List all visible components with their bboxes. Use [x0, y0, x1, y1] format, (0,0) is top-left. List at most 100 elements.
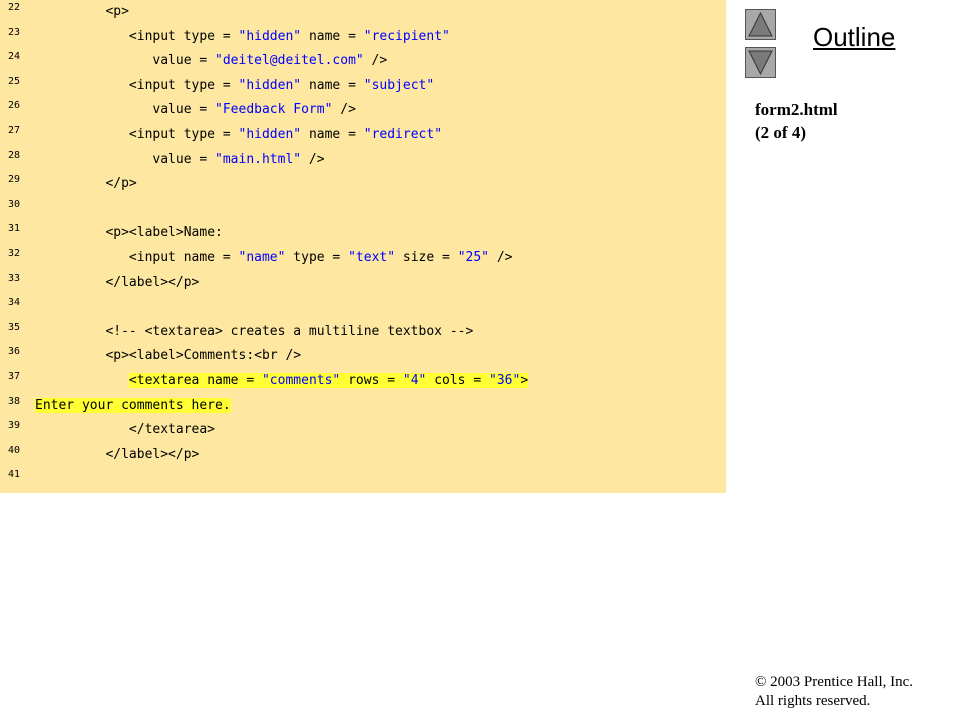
- code-line: 37 <textarea name = "comments" rows = "4…: [0, 369, 726, 393]
- code-string: "36": [489, 373, 521, 388]
- code-string: "hidden": [238, 127, 302, 142]
- code-text: <input name = "name" type = "text" size …: [35, 249, 513, 267]
- line-number: 33: [8, 272, 21, 284]
- code-string: "redirect": [363, 127, 443, 142]
- code-text: </label></p>: [35, 446, 199, 464]
- code-token: value =: [35, 53, 216, 69]
- code-line: 35 <!-- <textarea> creates a multiline t…: [0, 320, 726, 344]
- code-line: 25 <input type = "hidden" name = "subjec…: [0, 74, 726, 98]
- code-text: </textarea>: [35, 421, 215, 439]
- code-token: <p>: [105, 4, 129, 19]
- code-token: name =: [301, 77, 364, 93]
- code-token: />: [332, 102, 356, 118]
- code-string: "4": [402, 373, 427, 388]
- code-text: <input type = "hidden" name = "redirect": [35, 126, 442, 144]
- line-number: 32: [8, 248, 21, 259]
- code-token: Enter your comments here.: [35, 397, 231, 413]
- line-number: 25: [8, 75, 21, 87]
- code-token: value =: [35, 102, 216, 118]
- code-token: />: [363, 53, 388, 69]
- line-number: 24: [8, 51, 21, 63]
- code-token: <br />: [254, 348, 302, 364]
- file-caption: form2.html (2 of 4): [755, 98, 838, 144]
- code-token: </label></p>: [35, 446, 200, 462]
- code-text: value = "main.html" />: [35, 151, 325, 169]
- code-line: 23 <input type = "hidden" name = "recipi…: [0, 25, 726, 49]
- copyright-line-2: All rights reserved.: [755, 693, 871, 709]
- code-token: value =: [35, 151, 216, 167]
- code-text: <input type = "hidden" name = "recipient…: [35, 28, 450, 46]
- code-token: <p><label>: [35, 225, 184, 241]
- code-line: 32 <input name = "name" type = "text" si…: [0, 246, 726, 270]
- code-line: 36 <p><label>Comments:<br />: [0, 344, 726, 368]
- code-line: 24 value = "deitel@deitel.com" />: [0, 49, 726, 73]
- previous-slide-button[interactable]: [745, 9, 776, 40]
- code-string: "recipient": [363, 28, 450, 44]
- line-number: 35: [8, 321, 21, 333]
- code-line: 29 </p>: [0, 172, 726, 196]
- code-line: 28 value = "main.html" />: [0, 148, 726, 172]
- code-text: value = "deitel@deitel.com" />: [35, 52, 387, 70]
- line-number: 26: [8, 100, 21, 112]
- line-number: 22: [8, 2, 21, 13]
- triangle-down-icon: [748, 50, 773, 76]
- code-token: <input type =: [35, 77, 239, 93]
- code-text: </p>: [35, 175, 136, 193]
- line-number: 38: [8, 395, 21, 407]
- code-token: <!-- <textarea> creates a multiline text…: [35, 323, 474, 339]
- code-text: value = "Feedback Form" />: [35, 101, 356, 119]
- code-token: type =: [285, 250, 349, 265]
- code-line: 30: [0, 197, 726, 221]
- code-token: <input type =: [35, 28, 239, 44]
- line-number: 36: [8, 346, 21, 358]
- code-token: />: [489, 250, 513, 265]
- code-token: Name:: [183, 225, 223, 241]
- code-text: </label></p>: [35, 274, 199, 292]
- code-string: "25": [457, 250, 489, 265]
- line-number: 41: [8, 469, 21, 481]
- code-text: <textarea name = "comments" rows = "4" c…: [35, 372, 529, 390]
- line-number: 27: [8, 125, 21, 136]
- line-number: 29: [8, 174, 21, 186]
- triangle-up-icon: [748, 11, 773, 37]
- code-token: name =: [301, 28, 364, 44]
- line-number: 31: [8, 223, 21, 235]
- code-token: <input type =: [35, 127, 239, 142]
- code-line: 27 <input type = "hidden" name = "redire…: [0, 123, 726, 147]
- code-line: 39 </textarea>: [0, 418, 726, 442]
- file-name: form2.html: [755, 100, 838, 119]
- code-token: size =: [395, 250, 458, 265]
- outline-link[interactable]: Outline: [813, 22, 895, 53]
- code-token: </label></p>: [35, 274, 200, 290]
- code-string: "name": [238, 250, 286, 265]
- next-slide-button[interactable]: [745, 47, 776, 78]
- code-text: <p><label>Comments:<br />: [35, 347, 301, 365]
- code-text: <!-- <textarea> creates a multiline text…: [35, 323, 473, 341]
- code-token: />: [301, 151, 325, 167]
- code-string: "text": [348, 250, 396, 265]
- code-token: </textarea>: [35, 422, 216, 438]
- code-text: <p>: [35, 3, 129, 21]
- line-number: 34: [8, 297, 21, 309]
- code-token: >: [520, 373, 529, 388]
- code-string: "main.html": [215, 151, 302, 167]
- code-string: "hidden": [238, 77, 302, 93]
- code-line: 40 </label></p>: [0, 443, 726, 467]
- code-line: 31 <p><label>Name:: [0, 221, 726, 245]
- code-line: 38 Enter your comments here.: [0, 394, 726, 418]
- code-token: Comments:: [183, 348, 255, 364]
- code-token: cols =: [426, 373, 489, 388]
- code-string: "Feedback Form": [215, 102, 333, 118]
- line-number: 40: [8, 444, 21, 456]
- code-text: Enter your comments here.: [35, 397, 231, 415]
- code-line: 34: [0, 295, 726, 319]
- line-number: 28: [8, 149, 21, 161]
- line-number: 39: [8, 420, 21, 432]
- code-token: name =: [301, 127, 364, 142]
- code-token: rows =: [340, 373, 403, 388]
- code-line: 41: [0, 467, 726, 491]
- code-string: "deitel@deitel.com": [215, 53, 364, 69]
- line-number: 37: [8, 371, 21, 382]
